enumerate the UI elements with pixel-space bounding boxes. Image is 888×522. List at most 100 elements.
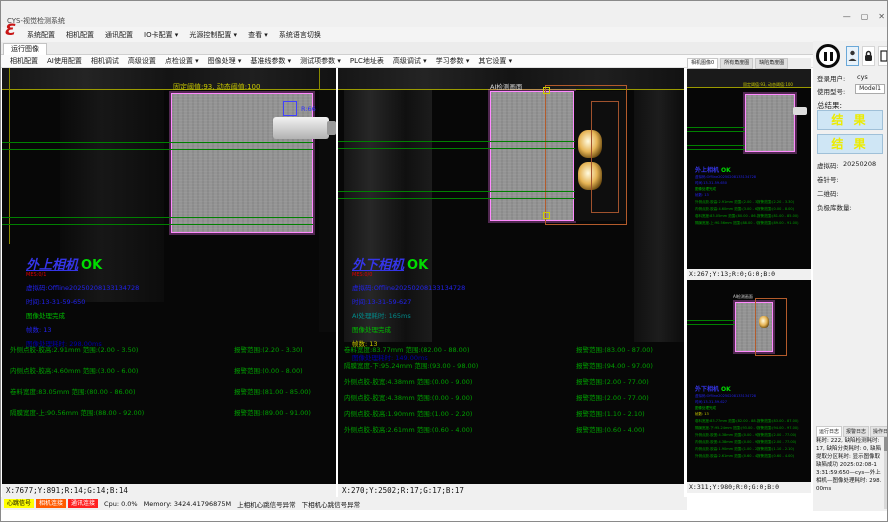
- menu-items: 系统配置 相机配置 通讯配置 IO卡配置 ▾ 光源控制配置 ▾ 查看 ▾ 系统语言切换: [27, 30, 321, 40]
- toolbar-item-9[interactable]: PLC地址表: [350, 56, 384, 67]
- process-status: 图像处理完成: [352, 324, 465, 334]
- menu-item-7[interactable]: 系统语言切换: [279, 30, 321, 40]
- measurement-value: 隔膜宽度-下:95.24mm 范围:(93.00 - 98.00): [695, 426, 757, 431]
- toolbar-item-7[interactable]: 基准线参数 ▾: [250, 56, 291, 67]
- measurement-alarm: 报警范围:(0.00 - 8.00): [757, 207, 794, 212]
- measurement-value: 内侧点胶-胶高:4.60mm 范围:(3.00 - 6.00): [10, 365, 234, 375]
- lock-button[interactable]: [862, 46, 875, 66]
- toolbar-items: 相机配置 AI使用配置相机调试高级设置点检设置 ▾ 图像处理 ▾ 基准线参数 ▾ 测试项…: [10, 56, 512, 67]
- frame-count: 帧数: 13: [695, 412, 798, 417]
- left-camera-panel[interactable]: R:66 固定阈值:93, 动态阈值:100 外上相机 OK MES:0/1 虚…: [2, 68, 336, 484]
- toolbar-item-8[interactable]: 测试项参数 ▾: [300, 56, 341, 67]
- toolbar-item-1[interactable]: 相机配置: [10, 56, 38, 67]
- maximize-icon[interactable]: ▢: [861, 12, 869, 21]
- menu-item-5[interactable]: 光源控制配置 ▾: [189, 30, 237, 40]
- measurement-value: 内侧点胶-胶高:1.90mm 范围:(1.00 - 2.20): [344, 408, 576, 418]
- mes-status: MES:0/0: [352, 272, 465, 278]
- measurement-row: 外侧点胶-胶高:2.91mm 范围:(2.00 - 3.50)报警范围:(2.2…: [695, 200, 798, 205]
- log-tab-2[interactable]: 报警日志: [843, 426, 869, 437]
- right-camera-panel[interactable]: AI检测画面 外下相机 OK MES:0/0 虚拟码:Offline202502…: [338, 68, 684, 484]
- menu-item-1[interactable]: 系统配置: [27, 30, 55, 40]
- measurement-alarm: 报警范围:(89.00 - 91.00): [234, 407, 311, 417]
- measurement-value: 隔膜宽度-上:90.56mm 范围:(88.00 - 92.00): [10, 407, 234, 417]
- toolbar-item-11[interactable]: 学习参数 ▾: [436, 56, 470, 67]
- preview-bottom-coords: X:311;Y:980;R:0;G:0;B:0: [687, 482, 811, 493]
- model-value[interactable]: Model1: [855, 84, 885, 94]
- measurement-alarm: 报警范围:(89.00 - 91.00): [757, 221, 798, 226]
- measurement-row: 卷料宽度:83.77mm 范围:(82.00 - 88.00)报警范围:(83.…: [695, 419, 798, 424]
- measurement-alarm: 报警范围:(0.00 - 8.00): [234, 365, 303, 375]
- result-ok: OK: [407, 258, 428, 273]
- result-ok: OK: [721, 167, 731, 174]
- tab-run-image[interactable]: 运行图像: [3, 43, 47, 55]
- menu-item-3[interactable]: 通讯配置: [105, 30, 133, 40]
- measurement-row: 外侧点胶-胶宽:4.38mm 范围:(0.00 - 9.00)报警范围:(2.0…: [695, 433, 798, 438]
- preview-top-camera[interactable]: 固定阈值:93, 动态阈值:100 外上相机 OK 虚拟码:Offline202…: [687, 69, 811, 269]
- yellow-marker: [543, 212, 550, 219]
- preview-tab-2[interactable]: 所有角度图: [720, 58, 753, 69]
- login-user-value: cys: [857, 73, 868, 81]
- measurement-alarm: 报警范围:(2.00 - 77.00): [576, 376, 649, 386]
- measurement-alarm: 报警范围:(2.20 - 3.30): [757, 200, 794, 205]
- toolbar-item-6[interactable]: 图像处理 ▾: [208, 56, 242, 67]
- measurement-row: 隔膜宽度-下:95.24mm 范围:(93.00 - 98.00)报警范围:(9…: [695, 426, 798, 431]
- measurement-value: 隔膜宽度-上:90.56mm 范围:(88.00 - 92.00): [695, 221, 757, 226]
- measure-green-line: [2, 217, 313, 218]
- log-scrollbar[interactable]: [884, 437, 887, 509]
- login-button[interactable]: [846, 46, 859, 66]
- login-user-label: 登录用户:: [817, 73, 845, 83]
- preview-tabs: 相机图像0所有角度图缺陷角度图: [687, 58, 811, 69]
- threshold-overlay: 固定阈值:93, 动态阈值:100: [173, 82, 260, 92]
- scrollbar-thumb[interactable]: [884, 437, 887, 451]
- toolbar-item-5[interactable]: 点检设置 ▾: [165, 56, 199, 67]
- measurement-alarm: 报警范围:(81.00 - 85.00): [234, 386, 311, 396]
- roi-label: R:66: [301, 105, 316, 113]
- measurement-value: 内侧点胶-胶高:1.90mm 范围:(1.00 - 2.20): [695, 447, 757, 452]
- app-window: CYS-视觉检测系统 — ▢ ✕ Ɛ 系统配置相机配置通讯配置IO卡配置 ▾光源…: [0, 0, 888, 522]
- preview-tab-3[interactable]: 缺陷角度图: [755, 58, 788, 69]
- measure-green-line: [2, 142, 313, 143]
- roi-rect: [283, 101, 297, 116]
- pause-icon: [830, 52, 833, 61]
- measurement-row: 内侧点胶-胶宽:4.38mm 范围:(0.00 - 9.00)报警范围:(2.0…: [344, 392, 653, 402]
- measure-green-line: [687, 145, 745, 146]
- exit-button[interactable]: [878, 46, 888, 66]
- anode-count-label: 负极库数量:: [817, 202, 852, 212]
- measurement-alarm: 报警范围:(94.00 - 97.00): [576, 360, 653, 370]
- menu-item-2[interactable]: 相机配置: [66, 30, 94, 40]
- close-icon[interactable]: ✕: [878, 12, 885, 21]
- toolbar-item-3[interactable]: 相机调试: [91, 56, 119, 67]
- log-tab-3[interactable]: 操作日志: [870, 426, 888, 437]
- camera-title: 外下相机: [695, 384, 719, 393]
- toolbar-item-10[interactable]: 高级调试 ▾: [393, 56, 427, 67]
- toolbar-item-2[interactable]: AI使用配置: [47, 56, 82, 67]
- measurement-value: 外侧点胶-胶宽:4.38mm 范围:(0.00 - 9.00): [344, 376, 576, 386]
- minimize-icon[interactable]: —: [843, 12, 851, 21]
- measurement-value: 隔膜宽度-下:95.24mm 范围:(93.00 - 98.00): [344, 360, 576, 370]
- ai-overlay-label: AI检测画面: [490, 81, 522, 91]
- preview-tab-1[interactable]: 相机图像0: [687, 58, 718, 69]
- measurement-alarm: 报警范围:(0.60 - 4.00): [757, 454, 794, 459]
- process-status: 图像处理完成: [695, 406, 798, 411]
- barcode-line: 虚拟码:Offline20250208133134728: [352, 282, 465, 292]
- measure-green-line: [687, 324, 735, 325]
- preview-bottom-camera[interactable]: AI检测画面 外下相机 OK 虚拟码:Offline20250208133134…: [687, 280, 811, 482]
- measurement-row: 外侧点胶-胶高:2.61mm 范围:(0.60 - 4.00)报警范围:(0.6…: [695, 454, 798, 459]
- menu-item-4[interactable]: IO卡配置 ▾: [144, 30, 178, 40]
- qr-code-label: 二维码:: [817, 188, 839, 198]
- measure-green-line: [338, 141, 575, 142]
- toolbar-item-4[interactable]: 高级设置: [128, 56, 156, 67]
- measurement-alarm: 报警范围:(83.00 - 87.00): [757, 419, 798, 424]
- result-ok: OK: [721, 386, 731, 393]
- process-status: 图像处理完成: [26, 310, 139, 320]
- status-badge-3: 通讯连接: [68, 499, 98, 508]
- toolbar-item-12[interactable]: 其它设置 ▾: [478, 56, 512, 67]
- measurement-value: 卷料宽度:83.77mm 范围:(82.00 - 88.00): [695, 419, 757, 424]
- pause-button[interactable]: [816, 44, 840, 68]
- log-tab-1[interactable]: 运行日志: [816, 426, 842, 437]
- brand-logo-icon: Ɛ: [5, 20, 16, 39]
- right-measurement-list: 卷料宽度:83.77mm 范围:(82.00 - 88.00)报警范围:(83.…: [344, 344, 653, 434]
- measurement-alarm: 报警范围:(81.00 - 85.00): [757, 214, 798, 219]
- menu-item-6[interactable]: 查看 ▾: [248, 30, 268, 40]
- titlebar: CYS-视觉检测系统 — ▢ ✕: [1, 1, 888, 27]
